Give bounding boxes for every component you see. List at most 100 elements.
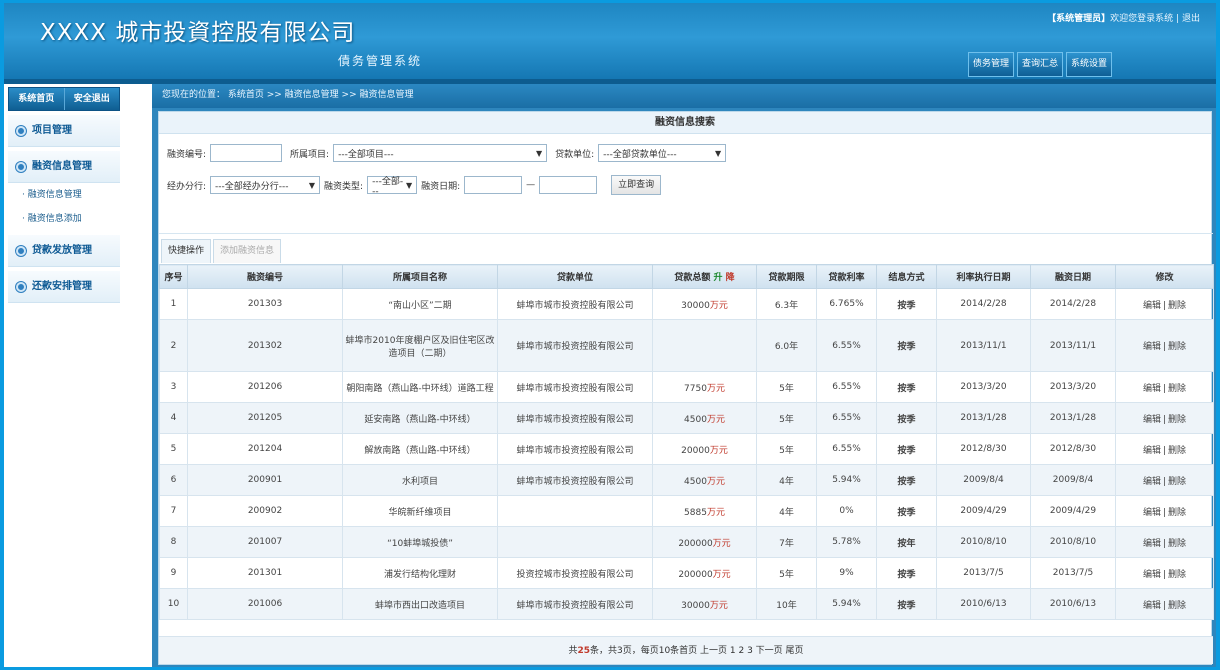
edit-link[interactable]: 编辑 [1143, 301, 1161, 311]
circle-icon [16, 125, 26, 136]
edit-link[interactable]: 编辑 [1143, 601, 1161, 611]
col-code: 融资编号 [187, 264, 343, 289]
amount-value: 20000 [681, 445, 710, 456]
cell-method: 按季 [876, 319, 937, 372]
pager-links[interactable]: 条，共3页，每页10条首页 上一页 1 2 3 下一页 尾页 [590, 646, 804, 656]
cell-amount: 20000万元 [652, 433, 757, 465]
table-row: 7 200902 华皖新纤维项目 5885万元 4年 0% 按季 2009/4/29 2009/… [159, 495, 1214, 527]
cell-method: 按季 [876, 433, 937, 465]
edit-link[interactable]: 编辑 [1143, 415, 1161, 425]
cell-term: 5年 [756, 371, 817, 403]
cell-rate: 6.55% [816, 402, 877, 434]
col-no: 序号 [159, 264, 188, 289]
cell-project: 浦发行结构化理财 [342, 557, 498, 589]
edit-link[interactable]: 编辑 [1143, 384, 1161, 394]
cell-rate-date: 2013/7/5 [936, 557, 1031, 589]
nav-query-summary[interactable]: 查询汇总 [1016, 52, 1063, 77]
cell-date: 2010/6/13 [1030, 588, 1116, 620]
cell-project: 蚌埠市2010年度棚户区及旧住宅区改造项目（二期） [342, 319, 498, 372]
cell-method: 按季 [876, 402, 937, 434]
date-start-input[interactable] [464, 176, 523, 194]
edit-link[interactable]: 编辑 [1143, 477, 1161, 487]
cell-project: 朝阳南路（燕山路-中环线）道路工程 [342, 371, 498, 403]
delete-link[interactable]: 删除 [1168, 508, 1186, 518]
amount-unit: 万元 [709, 600, 728, 611]
edit-link[interactable]: 编辑 [1143, 446, 1161, 456]
delete-link[interactable]: 删除 [1168, 301, 1186, 311]
logout-link[interactable]: 退出 [1182, 14, 1200, 24]
cell-actions: 编辑 | 删除 [1115, 557, 1214, 589]
nav-debt-management[interactable]: 债务管理 [967, 52, 1014, 77]
cell-lender: 蚌埠市城市投资控股有限公司 [497, 288, 653, 320]
sidebar-item-repayment[interactable]: 还款安排管理 [8, 271, 120, 303]
delete-link[interactable]: 删除 [1168, 601, 1186, 611]
cell-method: 按季 [876, 588, 937, 620]
edit-link[interactable]: 编辑 [1143, 342, 1161, 352]
cell-actions: 编辑 | 删除 [1115, 526, 1214, 558]
code-input[interactable] [210, 144, 283, 162]
sidebar-item-loan[interactable]: 贷款发放管理 [8, 235, 120, 267]
delete-link[interactable]: 删除 [1168, 342, 1186, 352]
main-panel: 您现在的位置： 系统首页 >> 融资信息管理 >> 融资信息管理 融资信息搜索 … [152, 84, 1216, 667]
delete-link[interactable]: 删除 [1168, 384, 1186, 394]
cell-actions: 编辑 | 删除 [1115, 371, 1214, 403]
cell-code: 201205 [187, 402, 343, 434]
delete-link[interactable]: 删除 [1168, 415, 1186, 425]
col-date: 融资日期 [1030, 264, 1116, 289]
edit-link[interactable]: 编辑 [1143, 508, 1161, 518]
rate-value: 5.78% [832, 537, 861, 547]
cell-term: 10年 [756, 588, 817, 620]
pager: 共25条，共3页，每页10条首页 上一页 1 2 3 下一页 尾页 [159, 636, 1213, 664]
query-button[interactable]: 立即查询 [611, 175, 662, 195]
delete-link[interactable]: 删除 [1168, 539, 1186, 549]
tab-add-financing[interactable]: 添加融资信息 [213, 239, 282, 263]
cell-date: 2009/4/29 [1030, 495, 1116, 527]
edit-link[interactable]: 编辑 [1143, 570, 1161, 580]
delete-link[interactable]: 删除 [1168, 446, 1186, 456]
delete-link[interactable]: 删除 [1168, 477, 1186, 487]
action-separator: | [1162, 300, 1167, 311]
cell-project: 延安南路（燕山路-中环线） [342, 402, 498, 434]
rate-value: 6.55% [832, 340, 861, 351]
nav-system-settings[interactable]: 系统设置 [1065, 52, 1112, 77]
cell-amount: 30000万元 [652, 288, 757, 320]
dropdown-arrow-icon: ▼ [714, 148, 722, 158]
cell-rate: 6.765% [816, 288, 877, 320]
cell-date: 2013/3/20 [1030, 371, 1116, 403]
cell-lender [497, 526, 653, 558]
cell-actions: 编辑 | 删除 [1115, 464, 1214, 496]
sort-desc-link[interactable]: 降 [726, 273, 735, 283]
cell-rate: 6.55% [816, 371, 877, 403]
home-button[interactable]: 系统首页 [9, 88, 65, 110]
edit-link[interactable]: 编辑 [1143, 539, 1161, 549]
table-row: 10 201006 蚌埠市西出口改造项目 蚌埠市城市投资控股有限公司 30000万元 10… [159, 588, 1214, 620]
sidebar-subitem-financing-manage[interactable]: 融资信息管理 [8, 183, 120, 207]
tab-quick-actions[interactable]: 快捷操作 [161, 239, 212, 263]
header: XXXX 城市投資控股有限公司 債务管理系统 【系统管理员】欢迎您登录系统 | … [4, 3, 1216, 79]
lender-select[interactable]: ---全部贷款单位--- ▼ [598, 144, 727, 162]
rate-value: 6.55% [832, 444, 861, 454]
date-end-input[interactable] [539, 176, 598, 194]
sort-asc-link[interactable]: 升 [713, 273, 722, 283]
cell-amount: 30000万元 [652, 588, 757, 620]
rate-value: 5.94% [832, 599, 861, 609]
action-separator: | [1162, 342, 1167, 352]
cell-code: 201006 [187, 588, 343, 620]
sidebar-item-project[interactable]: 项目管理 [8, 115, 120, 147]
branch-select[interactable]: ---全部经办分行--- ▼ [210, 176, 321, 194]
sidebar-subitem-financing-add[interactable]: 融资信息添加 [8, 207, 120, 231]
cell-term: 5年 [756, 402, 817, 434]
cell-project: 水利项目 [342, 464, 498, 496]
col-rate: 贷款利率 [816, 264, 877, 289]
action-separator: | [1162, 476, 1167, 487]
cell-code: 201301 [187, 557, 343, 589]
type-label: 融资类型: [324, 181, 364, 192]
table-row: 1 201303 “南山小区”二期 蚌埠市城市投资控股有限公司 30000万元 6.3年 6… [159, 288, 1214, 320]
search-row-1: 融资编号: 所属项目: ---全部项目--- ▼ 贷款单位: ---全部贷款单位… [159, 138, 1211, 168]
amount-unit: 万元 [706, 476, 725, 487]
delete-link[interactable]: 删除 [1168, 570, 1186, 580]
sidebar-item-financing[interactable]: 融资信息管理 [8, 151, 120, 183]
project-select[interactable]: ---全部项目--- ▼ [333, 144, 548, 162]
safe-exit-button[interactable]: 安全退出 [65, 88, 120, 110]
type-select[interactable]: ---全部--- ▼ [367, 176, 418, 197]
